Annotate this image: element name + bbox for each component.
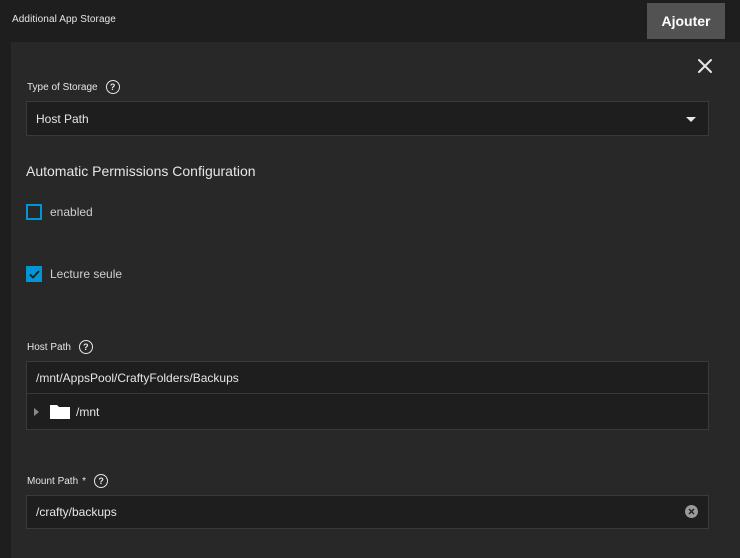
host-path-label: Host Path ?	[27, 340, 93, 354]
page-title: Additional App Storage	[12, 14, 116, 25]
enabled-checkbox[interactable]	[26, 204, 42, 220]
storage-form-panel: Type of Storage ? Host Path Automatic Pe…	[11, 42, 740, 558]
read-only-label: Lecture seule	[50, 267, 123, 281]
permissions-section-title: Automatic Permissions Configuration	[26, 163, 256, 179]
app-storage-dialog: Additional App Storage Ajouter Type of S…	[0, 0, 740, 558]
type-of-storage-select[interactable]: Host Path	[26, 101, 709, 136]
type-of-storage-value: Host Path	[36, 111, 89, 126]
clear-icon[interactable]	[685, 505, 698, 518]
tree-node-label: /mnt	[76, 404, 100, 419]
close-icon[interactable]	[694, 55, 716, 77]
checkmark-icon	[28, 269, 40, 279]
host-path-explorer: /mnt/AppsPool/CraftyFolders/Backups /mnt	[26, 361, 709, 430]
caret-down-icon	[686, 117, 696, 122]
required-marker: *	[82, 475, 87, 487]
add-button[interactable]: Ajouter	[647, 3, 725, 39]
help-icon[interactable]: ?	[94, 474, 109, 488]
read-only-checkbox[interactable]	[26, 266, 42, 282]
tree-node-mnt[interactable]: /mnt	[27, 394, 708, 429]
host-path-value: /mnt/AppsPool/CraftyFolders/Backups	[36, 370, 239, 385]
expand-arrow-icon[interactable]	[34, 407, 39, 416]
folder-icon	[49, 403, 71, 420]
host-path-input[interactable]: /mnt/AppsPool/CraftyFolders/Backups	[27, 362, 708, 394]
read-only-checkbox-row[interactable]: Lecture seule	[26, 266, 122, 282]
enabled-label: enabled	[50, 205, 93, 219]
help-icon[interactable]: ?	[78, 340, 93, 354]
mount-path-value: /crafty/backups	[36, 505, 117, 519]
type-of-storage-label: Type of Storage ?	[27, 80, 120, 94]
mount-path-input[interactable]: /crafty/backups	[26, 495, 709, 529]
host-path-label-text: Host Path	[27, 341, 71, 353]
help-icon[interactable]: ?	[105, 80, 120, 94]
mount-path-label-text: Mount Path	[27, 475, 79, 487]
enabled-checkbox-row[interactable]: enabled	[26, 204, 93, 220]
type-of-storage-label-text: Type of Storage	[27, 81, 98, 93]
mount-path-label: Mount Path * ?	[27, 474, 109, 488]
